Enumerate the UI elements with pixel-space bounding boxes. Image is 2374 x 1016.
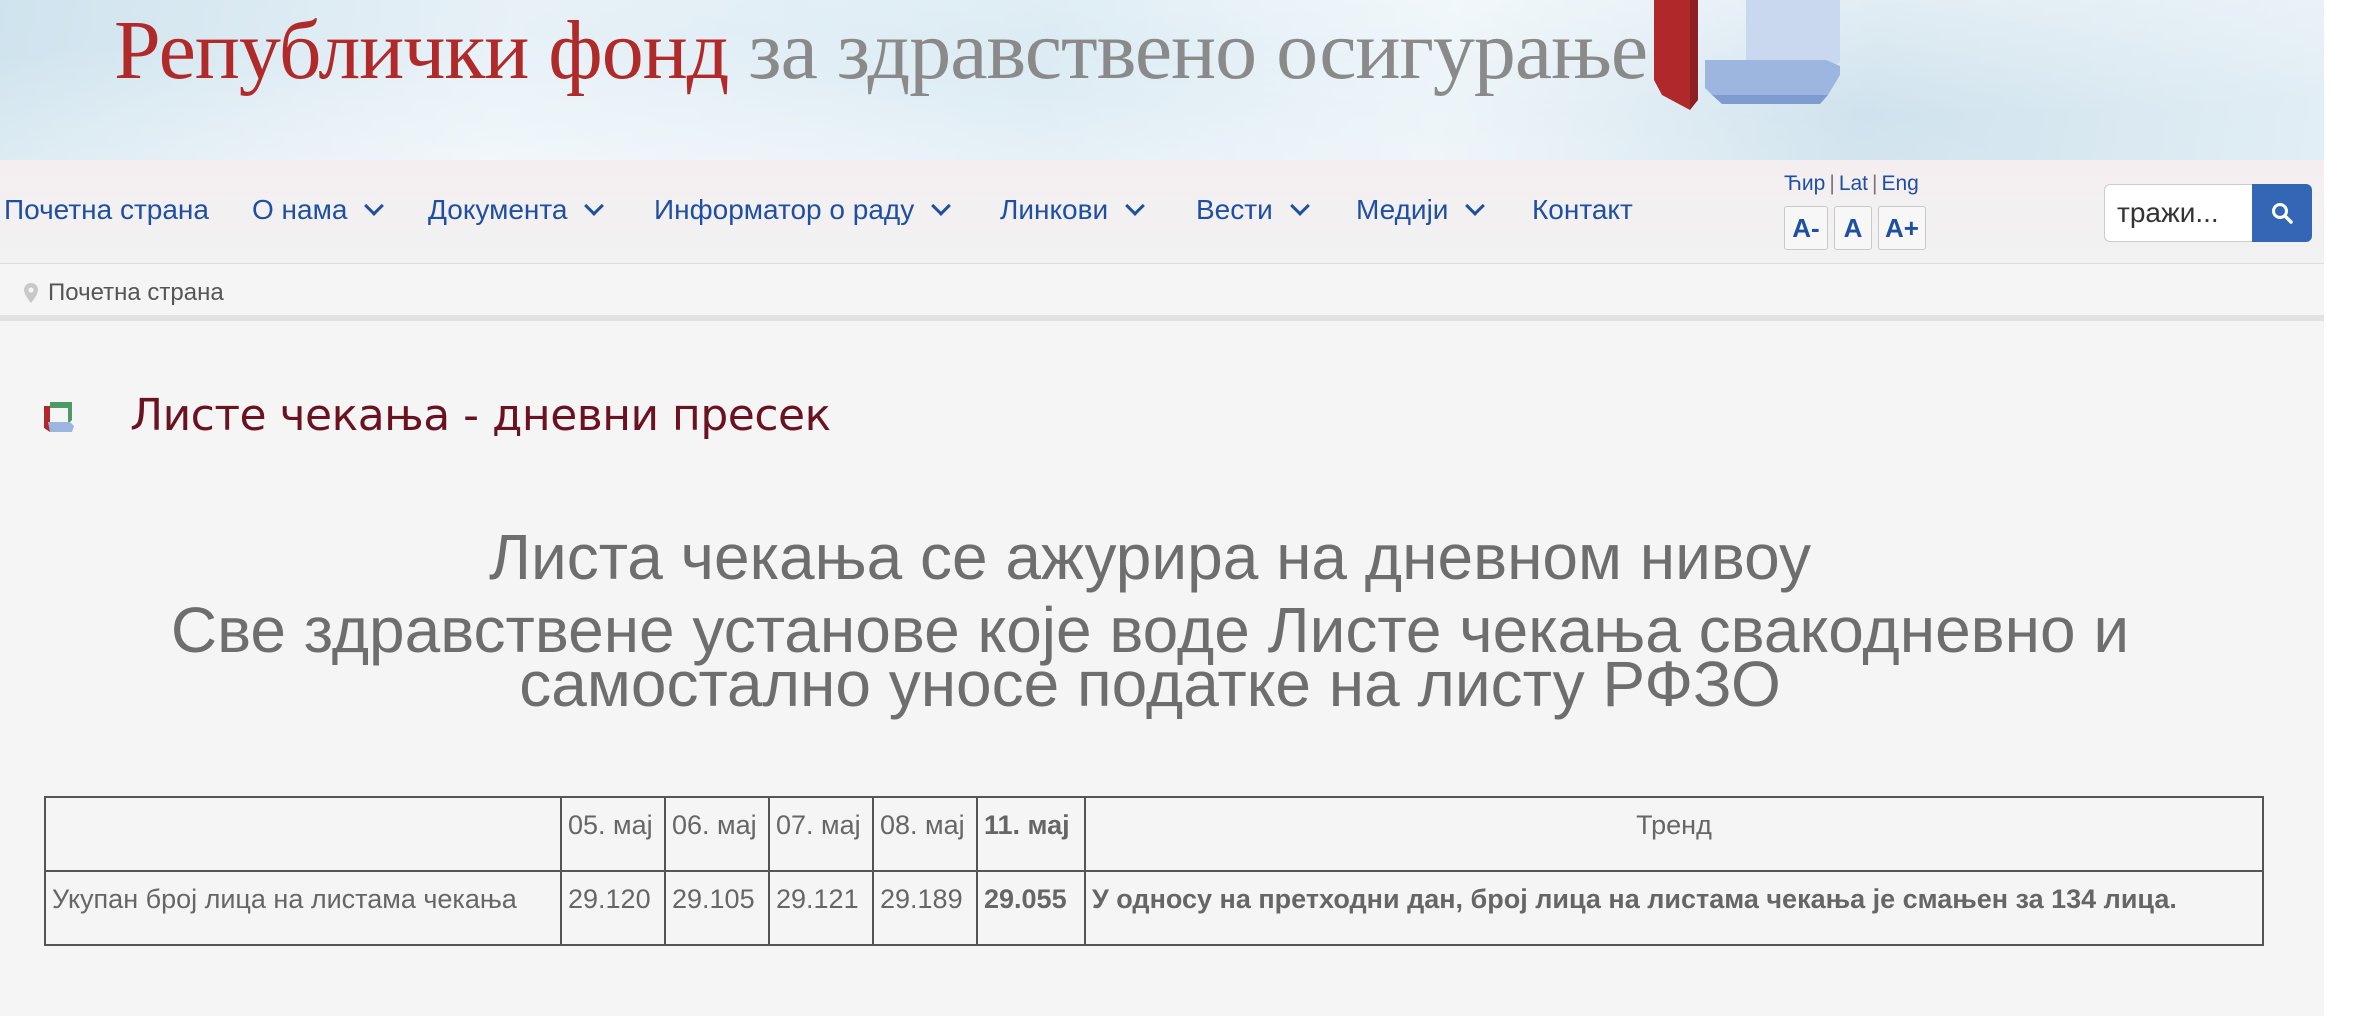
table-cell-trend: У односу на претходни дан, број лица на … <box>1084 870 2264 946</box>
chevron-down-icon <box>584 196 605 216</box>
nav-about[interactable]: О нама <box>252 194 385 226</box>
nav-informator[interactable]: Информатор о раду <box>654 194 952 226</box>
nav-media-label: Медији <box>1356 194 1449 225</box>
nav-documents-label: Документа <box>428 194 568 225</box>
table-cell: 29.189 <box>872 870 978 946</box>
chevron-down-icon <box>364 196 385 216</box>
lang-latin[interactable]: Lat <box>1839 172 1868 195</box>
chevron-down-icon <box>1289 196 1310 216</box>
table-cell: 29.105 <box>664 870 770 946</box>
nav-documents[interactable]: Документа <box>428 194 605 226</box>
rfzo-small-logo-icon <box>44 402 74 432</box>
table-row: Укупан број лица на листама чекања 29.12… <box>44 870 2264 946</box>
search-icon <box>2272 203 2293 224</box>
page-gutter <box>2324 0 2374 1016</box>
site-title-gray: за здравствено осигурање <box>728 4 1648 97</box>
table-cell-current: 29.055 <box>976 870 1086 946</box>
search-button[interactable] <box>2252 184 2312 242</box>
page: Републички фонд за здравствено осигурање… <box>0 0 2324 1016</box>
table-row-label: Укупан број лица на листама чекања <box>44 870 562 946</box>
nav-links-label: Линкови <box>1000 194 1109 225</box>
breadcrumb-home[interactable]: Почетна страна <box>48 279 224 307</box>
table-header-cell: 05. мај <box>560 796 666 872</box>
nav-home-label: Почетна страна <box>4 194 209 225</box>
language-switcher: Ћир | Lat | Eng <box>1784 172 1919 195</box>
nav-about-label: О нама <box>252 194 348 225</box>
font-size-controls: A- A A+ <box>1784 206 1926 250</box>
table-cell: 29.120 <box>560 870 666 946</box>
font-reset-button[interactable]: A <box>1834 206 1872 250</box>
chevron-down-icon <box>931 196 952 216</box>
table-header-row: 05. мај 06. мај 07. мај 08. мај 11. мај … <box>44 796 2264 872</box>
nav-links[interactable]: Линкови <box>1000 194 1146 226</box>
lang-cyrillic[interactable]: Ћир <box>1784 172 1825 195</box>
waiting-list-table: 05. мај 06. мај 07. мај 08. мај 11. мај … <box>44 796 2264 946</box>
font-decrease-button[interactable]: A- <box>1784 206 1828 250</box>
site-title-red: Републички фонд <box>114 4 729 97</box>
site-title[interactable]: Републички фонд за здравствено осигурање <box>114 2 1648 99</box>
table-header-cell-current: 11. мај <box>976 796 1086 872</box>
nav-contact[interactable]: Контакт <box>1532 194 1633 226</box>
table-header-cell <box>44 796 562 872</box>
site-banner: Републички фонд за здравствено осигурање <box>0 0 2324 160</box>
nav-contact-label: Контакт <box>1532 194 1633 225</box>
nav-media[interactable]: Медији <box>1356 194 1486 226</box>
map-marker-icon <box>24 283 38 303</box>
section-title: Листе чекања - дневни пресек <box>130 390 831 441</box>
table-header-cell: 06. мај <box>664 796 770 872</box>
font-increase-button[interactable]: A+ <box>1878 206 1926 250</box>
search-input[interactable] <box>2104 184 2252 242</box>
rfzo-logo-icon[interactable] <box>1650 0 1850 110</box>
nav-news-label: Вести <box>1196 194 1273 225</box>
table-header-cell: 08. мај <box>872 796 978 872</box>
lead-headline: Листа чекања се ажурира на дневном нивоу <box>488 521 1812 593</box>
table-header-cell: 07. мај <box>768 796 874 872</box>
nav-news[interactable]: Вести <box>1196 194 1310 226</box>
lang-english[interactable]: Eng <box>1881 172 1918 195</box>
breadcrumb: Почетна страна <box>0 265 2324 321</box>
lead-description: Све здравствене установе које воде Листе… <box>170 594 2130 720</box>
main-navigation: Почетна страна О нама Документа Информат… <box>0 160 2324 264</box>
table-header-trend: Тренд <box>1084 796 2264 872</box>
chevron-down-icon <box>1465 196 1486 216</box>
table-cell: 29.121 <box>768 870 874 946</box>
nav-informator-label: Информатор о раду <box>654 194 915 225</box>
nav-home[interactable]: Почетна страна <box>4 194 209 226</box>
chevron-down-icon <box>1125 196 1146 216</box>
